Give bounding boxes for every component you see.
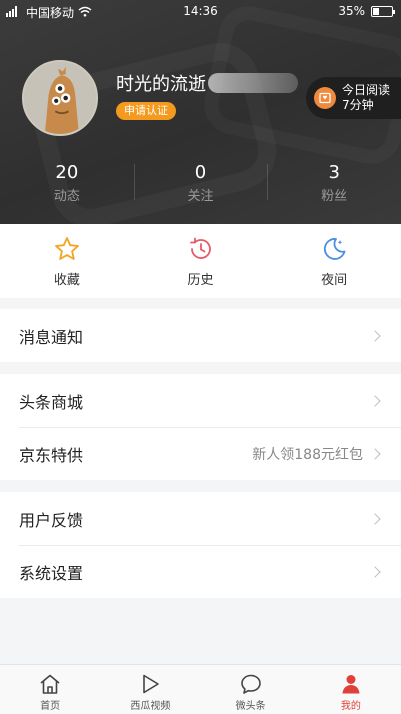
quick-action-label: 历史 (187, 273, 214, 288)
chevron-right-icon (369, 329, 381, 342)
stat-followers[interactable]: 3 粉丝 (267, 156, 401, 216)
tab-label: 首页 (40, 701, 61, 712)
stat-value: 3 (328, 162, 340, 183)
battery-percent: 35% (338, 4, 365, 18)
stat-label: 关注 (187, 189, 214, 204)
tab-mine[interactable]: 我的 (301, 665, 401, 714)
reading-label: 今日阅读 (342, 83, 391, 97)
chat-bubble-icon (240, 674, 261, 694)
status-bar: 中国移动 14:36 35% (0, 0, 401, 22)
menu-item-label: 用户反馈 (19, 510, 84, 530)
stats-row: 20 动态 0 关注 3 粉丝 (0, 156, 401, 216)
tab-label: 我的 (340, 701, 361, 712)
stat-value: 0 (194, 162, 207, 183)
stat-posts[interactable]: 20 动态 (0, 156, 134, 216)
stat-label: 动态 (53, 189, 80, 204)
quick-action-label: 收藏 (53, 273, 80, 288)
redacted-name-mask (208, 73, 298, 93)
chevron-right-icon (369, 394, 381, 407)
history-clock-icon (189, 237, 211, 259)
menu-item-label: 系统设置 (19, 563, 84, 583)
menu-item-jd[interactable]: 京东特供 新人领188元红包 (0, 427, 401, 480)
username[interactable]: 时光的流逝 (116, 70, 206, 96)
quick-action-label: 夜间 (321, 273, 348, 288)
chevron-right-icon (369, 512, 381, 525)
book-heart-icon (314, 87, 336, 109)
night-mode-button[interactable]: 夜间 (267, 224, 401, 298)
user-icon (342, 675, 360, 694)
moon-icon (324, 238, 346, 260)
history-button[interactable]: 历史 (134, 224, 268, 298)
menu-group-notifications: 消息通知 (0, 309, 401, 362)
chevron-right-icon (369, 565, 381, 578)
avatar[interactable] (22, 60, 98, 136)
menu-item-feedback[interactable]: 用户反馈 (0, 492, 401, 545)
stat-following[interactable]: 0 关注 (133, 156, 268, 216)
home-icon (40, 674, 60, 694)
tab-xigua-video[interactable]: 西瓜视频 (100, 665, 200, 714)
menu-group-system: 用户反馈 系统设置 (0, 492, 401, 598)
play-icon (143, 674, 160, 694)
profile-header: 中国移动 14:36 35% 时光的流逝 申请认证 今日阅读 7分钟 20 动态… (0, 0, 401, 224)
tab-micro-headlines[interactable]: 微头条 (201, 665, 301, 714)
favorites-button[interactable]: 收藏 (0, 224, 134, 298)
bottom-tab-bar: 首页 西瓜视频 微头条 我的 (0, 664, 401, 714)
stat-value: 20 (55, 162, 79, 183)
menu-group-shopping: 头条商城 京东特供 新人领188元红包 (0, 374, 401, 480)
menu-item-label: 京东特供 (19, 445, 84, 465)
menu-item-settings[interactable]: 系统设置 (0, 545, 401, 598)
stat-label: 粉丝 (321, 189, 348, 204)
tab-label: 西瓜视频 (130, 701, 171, 712)
star-icon (54, 237, 79, 260)
menu-item-label: 头条商城 (19, 392, 84, 412)
chevron-right-icon (369, 447, 381, 460)
menu-item-mall[interactable]: 头条商城 (0, 374, 401, 427)
menu-item-notifications[interactable]: 消息通知 (0, 309, 401, 362)
tab-label: 微头条 (235, 701, 266, 712)
reading-duration: 7分钟 (342, 98, 374, 112)
apply-verification-button[interactable]: 申请认证 (116, 102, 176, 120)
today-reading-button[interactable]: 今日阅读 7分钟 (306, 77, 401, 119)
menu-item-label: 消息通知 (19, 327, 84, 347)
quick-actions: 收藏 历史 夜间 (0, 224, 401, 298)
tab-home[interactable]: 首页 (0, 665, 100, 714)
battery-icon (371, 5, 395, 17)
jd-promo-text: 新人领188元红包 (252, 446, 363, 463)
